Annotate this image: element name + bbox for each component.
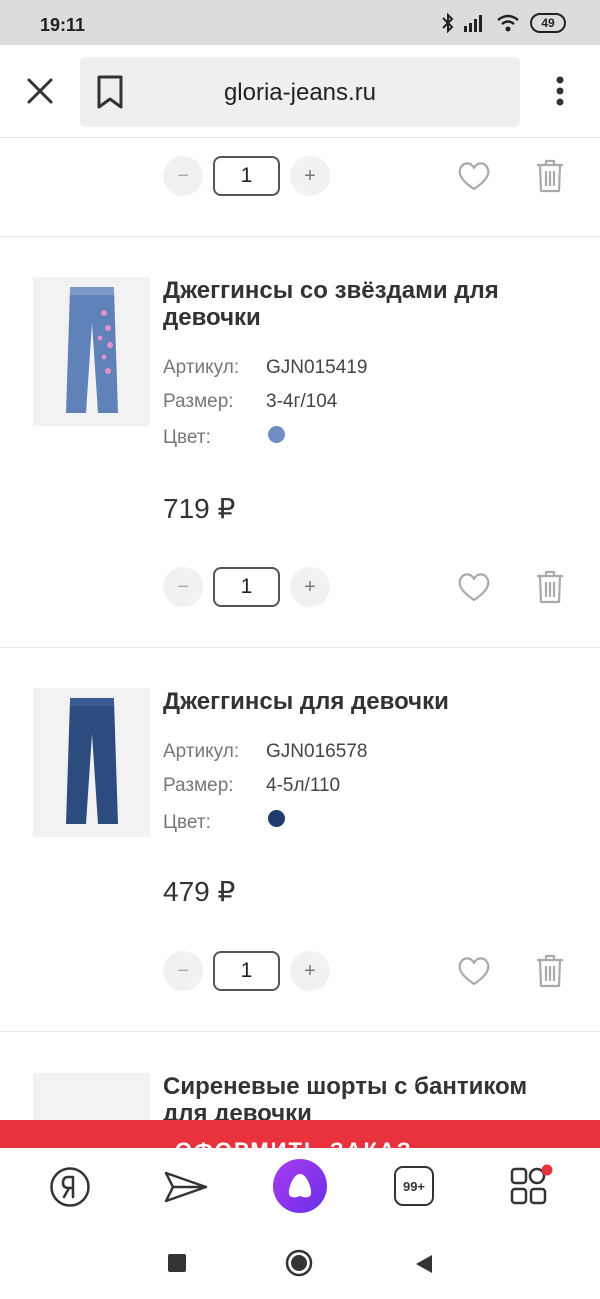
status-bar: 19:11 49 bbox=[0, 0, 600, 45]
back-button[interactable] bbox=[414, 1253, 434, 1275]
size-value: 3-4г/104 bbox=[266, 391, 338, 412]
decrease-button[interactable]: − bbox=[163, 156, 203, 196]
article-label: Артикул: bbox=[163, 741, 240, 762]
quantity-input[interactable]: 1 bbox=[213, 156, 280, 196]
trash-icon[interactable] bbox=[535, 953, 565, 989]
jeggings-image bbox=[65, 697, 118, 824]
trash-icon[interactable] bbox=[535, 158, 565, 194]
divider bbox=[0, 1031, 600, 1032]
product-title[interactable]: Джеггинсы со звёздами для девочки bbox=[163, 277, 573, 331]
quantity-input[interactable]: 1 bbox=[213, 567, 280, 607]
decrease-button[interactable]: − bbox=[163, 951, 203, 991]
increase-button[interactable]: + bbox=[290, 951, 330, 991]
product-price: 719 ₽ bbox=[163, 493, 236, 524]
close-icon[interactable] bbox=[22, 73, 58, 109]
heart-icon[interactable] bbox=[457, 571, 491, 603]
divider bbox=[0, 236, 600, 237]
status-icons: 49 bbox=[442, 13, 566, 33]
quantity-row: − 1 + bbox=[163, 156, 583, 196]
tabs-counter-button[interactable]: 99+ bbox=[394, 1166, 434, 1206]
jeggings-stars-image bbox=[65, 286, 118, 413]
trash-icon[interactable] bbox=[535, 569, 565, 605]
yandex-icon[interactable] bbox=[49, 1166, 91, 1208]
product-image[interactable] bbox=[33, 688, 150, 837]
quantity-input[interactable]: 1 bbox=[213, 951, 280, 991]
product-title[interactable]: Джеггинсы для девочки bbox=[163, 688, 573, 715]
size-value: 4-5л/110 bbox=[266, 775, 341, 796]
decrease-button[interactable]: − bbox=[163, 567, 203, 607]
color-label: Цвет: bbox=[163, 427, 211, 448]
home-button[interactable] bbox=[285, 1249, 313, 1277]
increase-button[interactable]: + bbox=[290, 567, 330, 607]
color-label: Цвет: bbox=[163, 812, 211, 833]
product-title[interactable]: Сиреневые шорты с бантиком для девочки bbox=[163, 1073, 573, 1127]
heart-icon[interactable] bbox=[457, 160, 491, 192]
divider bbox=[0, 647, 600, 648]
increase-button[interactable]: + bbox=[290, 156, 330, 196]
checkout-label: ОФОРМИТЬ ЗАКАЗ bbox=[175, 1138, 413, 1148]
quantity-row: − 1 + bbox=[163, 951, 583, 991]
product-image[interactable] bbox=[33, 277, 150, 426]
browser-bar: gloria-jeans.ru bbox=[0, 45, 600, 138]
send-icon[interactable] bbox=[163, 1166, 209, 1208]
recents-button[interactable] bbox=[168, 1254, 186, 1272]
signal-icon bbox=[464, 15, 482, 32]
quantity-row: − 1 + bbox=[163, 567, 583, 607]
article-value: GJN016578 bbox=[266, 741, 368, 762]
system-navigation-bar bbox=[0, 1228, 600, 1299]
bluetooth-icon bbox=[442, 13, 454, 33]
article-value: GJN015419 bbox=[266, 357, 368, 378]
article-label: Артикул: bbox=[163, 357, 240, 378]
color-swatch bbox=[268, 426, 285, 443]
alice-assistant-icon[interactable] bbox=[273, 1159, 327, 1213]
product-price: 479 ₽ bbox=[163, 876, 236, 907]
browser-bottom-nav: 99+ bbox=[0, 1148, 600, 1228]
heart-icon[interactable] bbox=[457, 955, 491, 987]
color-swatch bbox=[268, 810, 285, 827]
size-label: Размер: bbox=[163, 391, 234, 412]
more-menu-icon[interactable] bbox=[548, 73, 572, 109]
address-bar[interactable]: gloria-jeans.ru bbox=[80, 57, 520, 127]
status-time: 19:11 bbox=[40, 15, 86, 35]
wifi-icon bbox=[497, 14, 519, 32]
checkout-button[interactable]: ОФОРМИТЬ ЗАКАЗ bbox=[0, 1120, 600, 1148]
url-text[interactable]: gloria-jeans.ru bbox=[80, 79, 520, 107]
apps-menu-icon[interactable] bbox=[509, 1164, 553, 1208]
size-label: Размер: bbox=[163, 775, 234, 796]
battery-indicator: 49 bbox=[530, 13, 566, 33]
